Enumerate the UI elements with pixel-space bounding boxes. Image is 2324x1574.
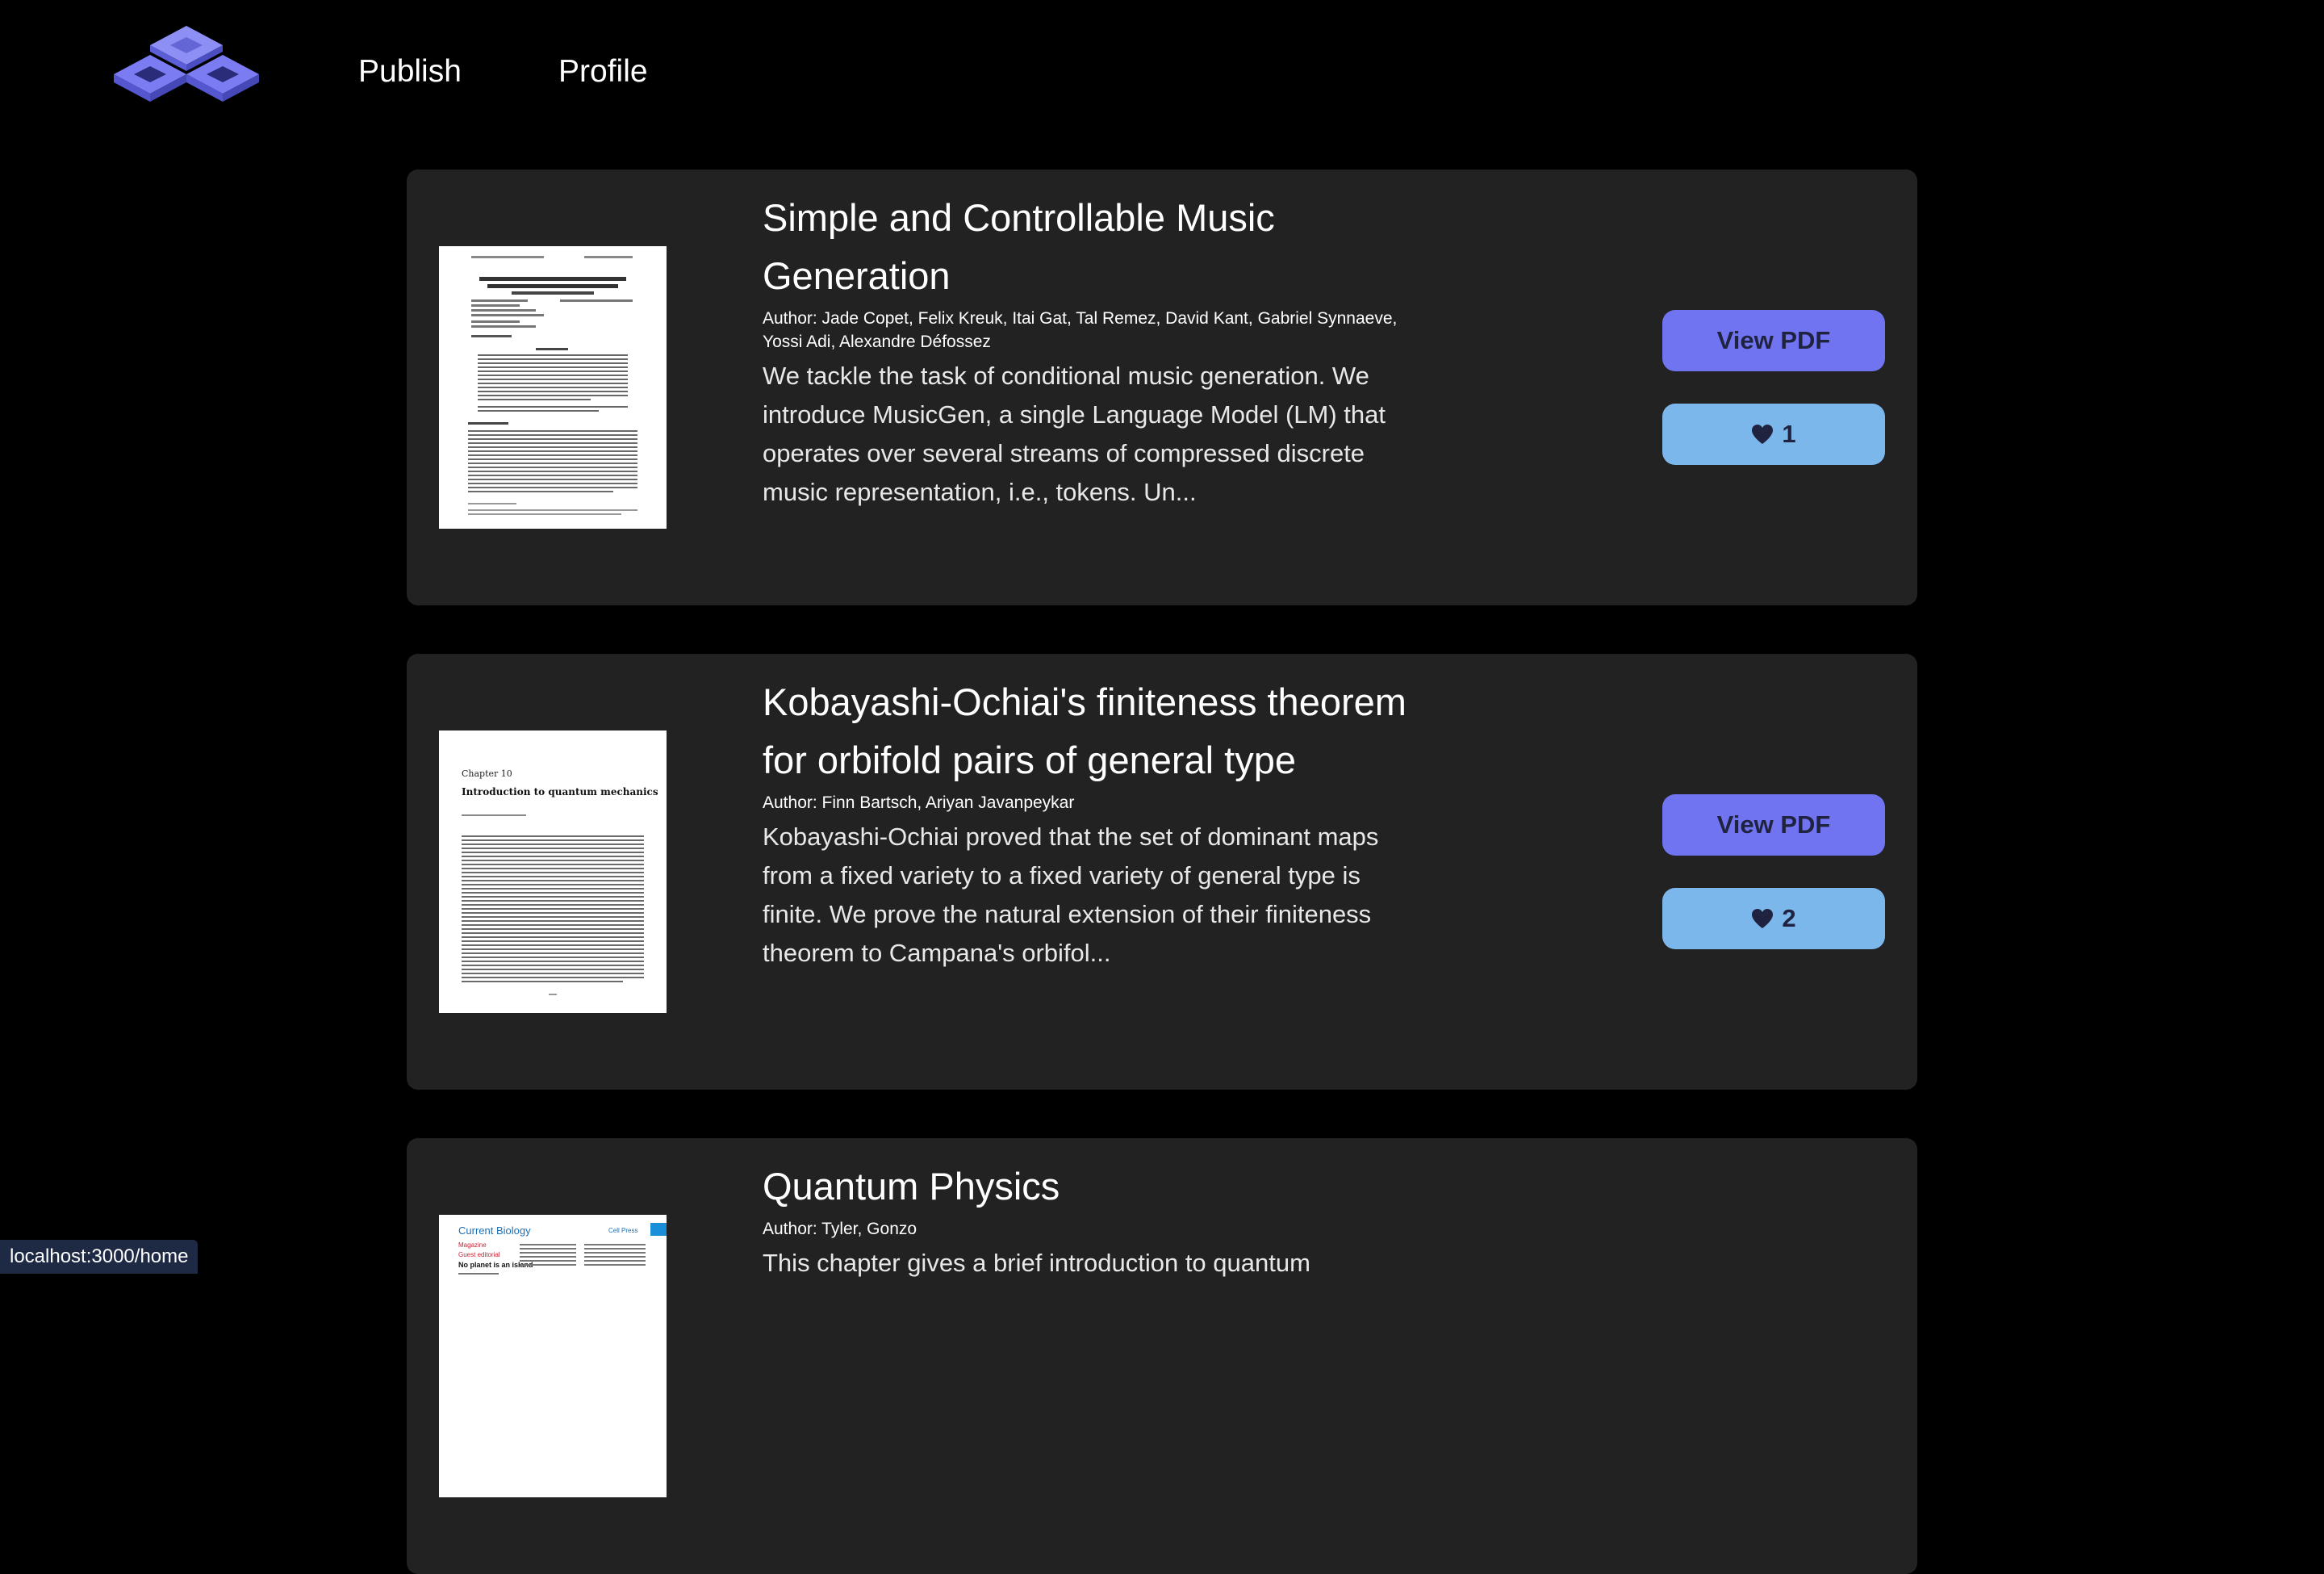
thumb-publisher: Cell Press xyxy=(608,1227,637,1234)
thumb-section: Magazine xyxy=(458,1241,487,1249)
thumb-chapter-label: Chapter 10 xyxy=(462,768,512,779)
paper-abstract: This chapter gives a brief introduction … xyxy=(763,1249,1310,1277)
view-pdf-button[interactable]: View PDF xyxy=(1662,310,1885,371)
nav-link-profile[interactable]: Profile xyxy=(558,50,648,94)
paper-title[interactable]: Quantum Physics xyxy=(763,1157,1424,1216)
top-nav: Publish Profile xyxy=(0,0,2324,145)
thumb-journal: Current Biology xyxy=(458,1224,531,1237)
heart-icon xyxy=(1751,908,1774,929)
paper-authors: Author: Jade Copet, Felix Kreuk, Itai Ga… xyxy=(763,309,1398,351)
paper-card: Current Biology Cell Press Magazine Gues… xyxy=(407,1138,1917,1574)
paper-thumbnail[interactable]: Chapter 10 Introduction to quantum mecha… xyxy=(439,730,667,1013)
paper-thumbnail[interactable] xyxy=(439,246,667,529)
like-count: 2 xyxy=(1782,904,1796,932)
paper-title[interactable]: Kobayashi-Ochiai's finiteness theorem fo… xyxy=(763,673,1424,789)
paper-content: Quantum Physics Author: Tyler, Gonzo Thi… xyxy=(763,1157,1424,1283)
thumb-chapter-title: Introduction to quantum mechanics xyxy=(462,786,658,797)
paper-abstract: We tackle the task of conditional music … xyxy=(763,362,1386,506)
cubes-logo-icon[interactable] xyxy=(110,24,263,113)
paper-content: Kobayashi-Ochiai's finiteness theorem fo… xyxy=(763,673,1424,973)
link-preview-status-bar: localhost:3000/home xyxy=(0,1240,199,1274)
paper-abstract: Kobayashi-Ochiai proved that the set of … xyxy=(763,823,1379,967)
like-count: 1 xyxy=(1782,420,1796,448)
paper-title[interactable]: Simple and Controllable Music Generation xyxy=(763,189,1424,305)
paper-authors: Author: Tyler, Gonzo xyxy=(763,1220,917,1238)
paper-content: Simple and Controllable Music Generation… xyxy=(763,189,1424,512)
view-pdf-button[interactable]: View PDF xyxy=(1662,794,1885,856)
paper-card: Simple and Controllable Music Generation… xyxy=(407,170,1917,605)
thumb-subsection: Guest editorial xyxy=(458,1251,500,1258)
paper-card: Chapter 10 Introduction to quantum mecha… xyxy=(407,654,1917,1090)
paper-thumbnail[interactable]: Current Biology Cell Press Magazine Gues… xyxy=(439,1215,667,1497)
paper-authors: Author: Finn Bartsch, Ariyan Javanpeykar xyxy=(763,793,1075,812)
like-button[interactable]: 2 xyxy=(1662,888,1885,949)
heart-icon xyxy=(1751,424,1774,445)
nav-link-publish[interactable]: Publish xyxy=(358,50,462,94)
like-button[interactable]: 1 xyxy=(1662,404,1885,465)
